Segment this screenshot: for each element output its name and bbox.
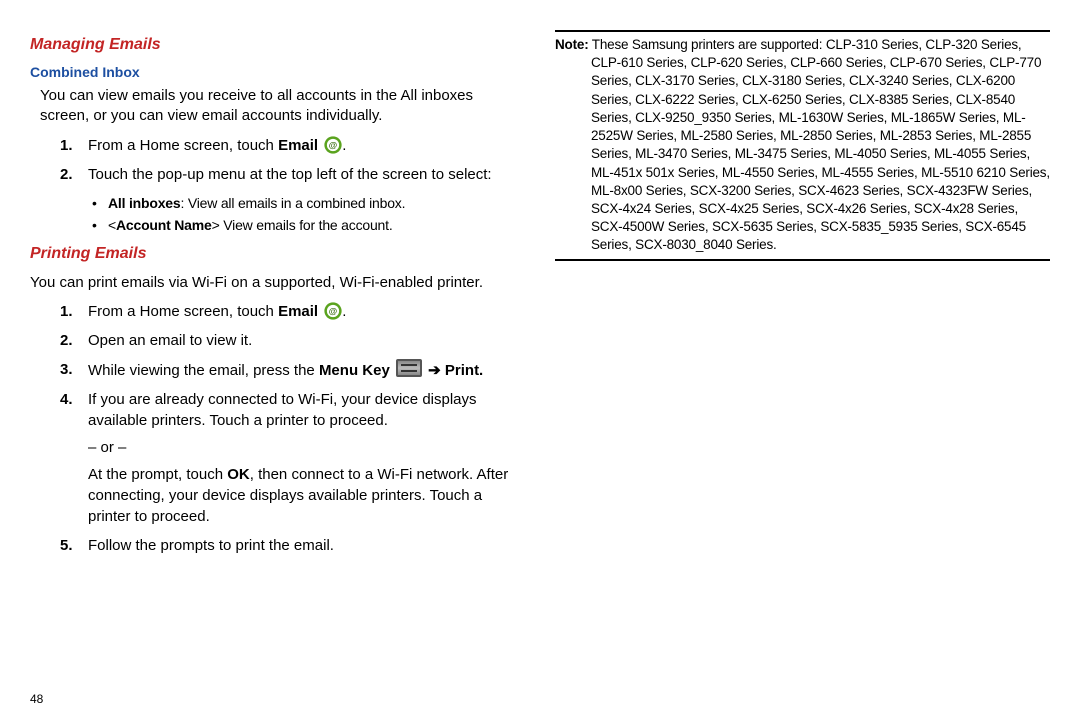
bullet-lt: <	[108, 217, 116, 233]
step-number: 2.	[60, 330, 73, 351]
step-text: While viewing the email, press the	[88, 362, 319, 379]
or-separator: – or –	[88, 437, 525, 458]
step-text: From a Home screen, touch	[88, 137, 278, 154]
bullet-all-inboxes: All inboxes: View all emails in a combin…	[30, 193, 525, 213]
print-step-4: 4. If you are already connected to Wi-Fi…	[30, 389, 525, 527]
step-number: 4.	[60, 389, 73, 410]
svg-text:@: @	[329, 307, 337, 317]
email-label: Email	[278, 303, 318, 320]
heading-managing-emails: Managing Emails	[30, 36, 525, 54]
step-text-end: .	[342, 303, 346, 320]
page: Managing Emails Combined Inbox You can v…	[0, 0, 1080, 720]
note-text: These Samsung printers are supported: CL…	[589, 37, 1050, 252]
step-number: 3.	[60, 359, 73, 380]
print-step-2: 2. Open an email to view it.	[30, 330, 525, 351]
menu-key-label: Menu Key	[319, 362, 390, 379]
step-number: 2.	[60, 164, 73, 185]
bullet-label: All inboxes	[108, 195, 180, 211]
print-step-1: 1. From a Home screen, touch Email @ .	[30, 301, 525, 322]
printing-steps-list: 1. From a Home screen, touch Email @ . 2…	[30, 301, 525, 556]
left-column: Managing Emails Combined Inbox You can v…	[30, 30, 525, 710]
right-column: Note: These Samsung printers are support…	[555, 30, 1050, 710]
bullet-text: : View all emails in a combined inbox.	[180, 195, 405, 211]
note-label: Note:	[555, 37, 589, 52]
combined-step-2: 2. Touch the pop-up menu at the top left…	[30, 164, 525, 185]
step-number: 1.	[60, 301, 73, 322]
ok-label: OK	[227, 466, 250, 483]
step-text-end: .	[342, 137, 346, 154]
step-text: From a Home screen, touch	[88, 303, 278, 320]
bullet-account-name: <Account Name> View emails for the accou…	[30, 215, 525, 235]
step-text: If you are already connected to Wi-Fi, y…	[88, 391, 477, 429]
print-step-3: 3. While viewing the email, press the Me…	[30, 359, 525, 381]
email-app-icon: @	[324, 302, 342, 320]
step-text: At the prompt, touch	[88, 466, 227, 483]
step-text: Open an email to view it.	[88, 332, 252, 349]
page-number: 48	[30, 692, 43, 706]
arrow-icon: ➔	[428, 362, 441, 379]
bullet-label: Account Name	[116, 217, 212, 233]
combined-inbox-paragraph: You can view emails you receive to all a…	[30, 86, 525, 127]
step-text: Touch the pop-up menu at the top left of…	[88, 166, 492, 183]
email-label: Email	[278, 137, 318, 154]
email-app-icon: @	[324, 136, 342, 154]
step-number: 5.	[60, 535, 73, 556]
heading-printing-emails: Printing Emails	[30, 245, 525, 263]
svg-text:@: @	[329, 140, 337, 150]
note-body: Note: These Samsung printers are support…	[555, 36, 1050, 255]
note-block: Note: These Samsung printers are support…	[555, 30, 1050, 261]
menu-key-icon	[396, 359, 422, 377]
print-label: Print.	[445, 362, 483, 379]
combined-step-1: 1. From a Home screen, touch Email @ .	[30, 135, 525, 156]
heading-combined-inbox: Combined Inbox	[30, 64, 525, 80]
step-text: Follow the prompts to print the email.	[88, 537, 334, 554]
combined-steps-list: 1. From a Home screen, touch Email @ . 2…	[30, 135, 525, 185]
print-step-5: 5. Follow the prompts to print the email…	[30, 535, 525, 556]
printing-paragraph: You can print emails via Wi-Fi on a supp…	[30, 273, 525, 293]
step-number: 1.	[60, 135, 73, 156]
bullet-text: > View emails for the account.	[212, 217, 393, 233]
combined-bullets: All inboxes: View all emails in a combin…	[30, 193, 525, 236]
